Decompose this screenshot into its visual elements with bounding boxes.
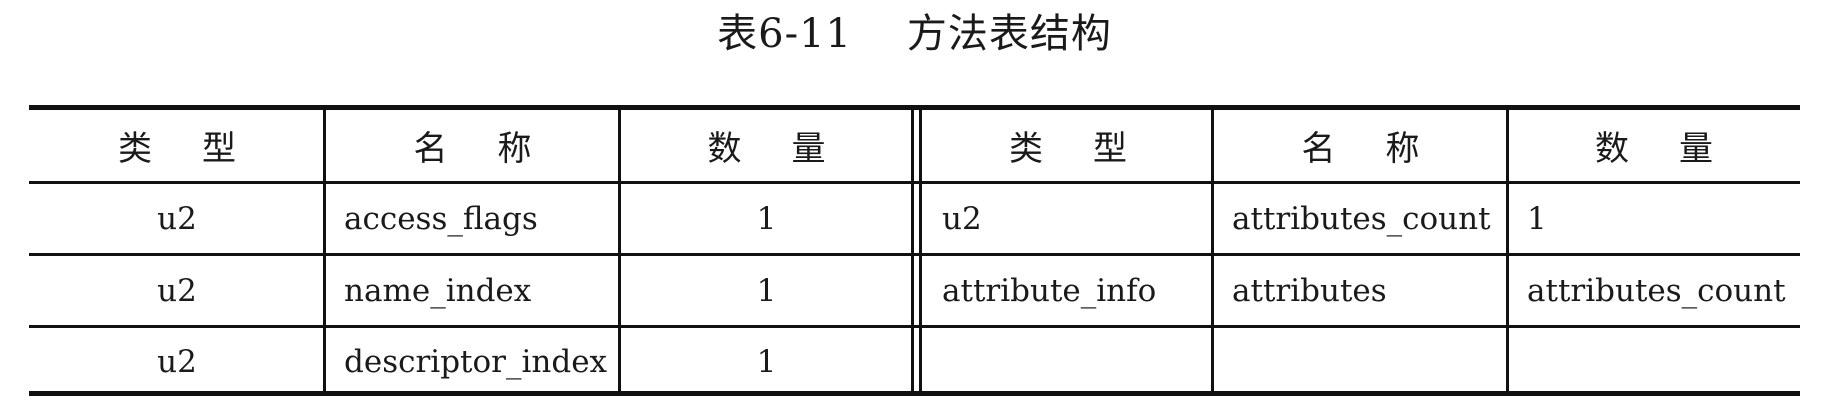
table-row: u2 name_index 1 attribute_info attribute… <box>29 253 1800 325</box>
header-name: 名称 <box>413 129 582 169</box>
cell-name: access_flags <box>344 200 538 237</box>
cell-count: attributes_count <box>1527 272 1786 309</box>
cell-type: u2 <box>157 200 197 237</box>
method-table: 类型 名称 数量 类型 名称 数量 u2 access_flags 1 u2 a… <box>29 105 1800 396</box>
cell-count: 1 <box>756 272 777 309</box>
table-row: u2 descriptor_index 1 <box>29 325 1800 396</box>
cell-count: 1 <box>756 200 777 237</box>
table-caption: 表6-11 方法表结构 <box>717 11 1112 57</box>
header-type: 类型 <box>118 129 286 169</box>
cell-count <box>1508 328 1800 396</box>
header-name: 名称 <box>1301 129 1470 169</box>
cell-type: u2 <box>942 200 982 237</box>
table-row: u2 access_flags 1 u2 attributes_count 1 <box>29 181 1800 253</box>
cell-type <box>923 328 1213 396</box>
cell-name: descriptor_index <box>344 344 608 380</box>
cell-name: attributes_count <box>1232 200 1491 237</box>
cell-type: attribute_info <box>942 272 1157 309</box>
cell-count: 1 <box>1527 200 1547 237</box>
cell-type: u2 <box>157 344 197 380</box>
cell-count: 1 <box>756 344 777 380</box>
table-header-row: 类型 名称 数量 类型 名称 数量 <box>29 110 1800 181</box>
header-type: 类型 <box>1009 129 1177 169</box>
cell-type: u2 <box>157 272 197 309</box>
header-count: 数量 <box>707 129 876 169</box>
cell-name <box>1213 328 1508 396</box>
cell-name: attributes <box>1232 272 1387 309</box>
header-count: 数量 <box>1595 129 1763 169</box>
cell-name: name_index <box>344 272 532 309</box>
